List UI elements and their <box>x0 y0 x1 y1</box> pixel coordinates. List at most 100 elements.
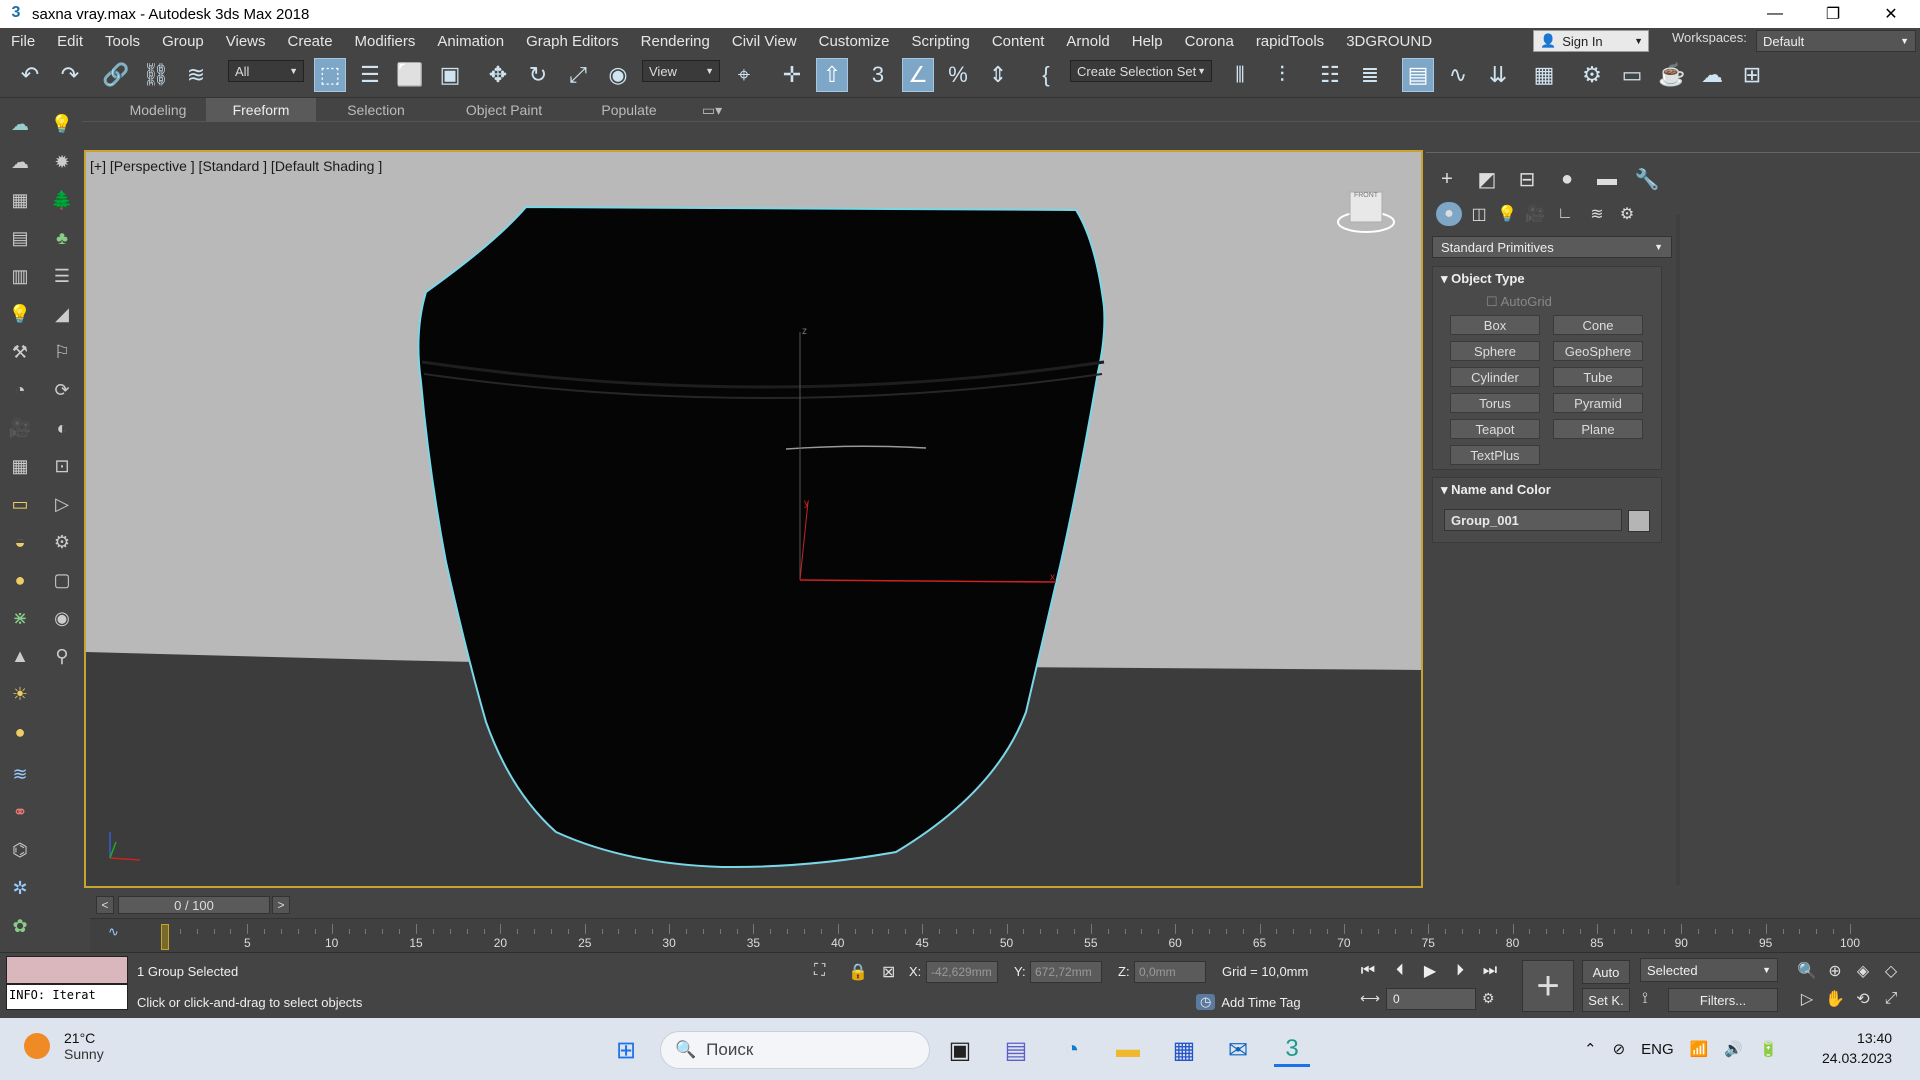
snaps-toggle-icon[interactable]: 3 <box>862 58 894 92</box>
menu-group[interactable]: Group <box>151 33 215 50</box>
grass-icon[interactable]: ⋇ <box>6 604 34 632</box>
helpers-category-icon[interactable]: ∟ <box>1552 202 1578 226</box>
volume-icon[interactable]: 🔊 <box>1724 1040 1743 1058</box>
move-icon[interactable]: ✥ <box>482 58 514 92</box>
grid-icon[interactable]: ▦ <box>6 452 34 480</box>
z-coordinate-field[interactable]: 0,0mm <box>1134 961 1206 983</box>
frame-icon[interactable]: ⊡ <box>48 452 76 480</box>
named-selection-set-dropdown[interactable]: Create Selection Set <box>1070 60 1212 82</box>
image-icon[interactable]: ▭ <box>6 490 34 518</box>
rotate-tool-icon[interactable]: ⟳ <box>48 376 76 404</box>
field-of-view-icon[interactable]: ▷ <box>1796 988 1818 1010</box>
plants-icon[interactable]: ♣ <box>48 224 76 252</box>
zoom-all-icon[interactable]: ⊕ <box>1824 960 1846 982</box>
teapot-button[interactable]: Teapot <box>1450 419 1540 439</box>
menu-graph-editors[interactable]: Graph Editors <box>515 33 630 50</box>
orbit-icon[interactable]: ⟲ <box>1852 988 1874 1010</box>
lights-category-icon[interactable]: 💡 <box>1494 202 1520 226</box>
percent-snap-icon[interactable]: % <box>942 58 974 92</box>
chevron-up-icon[interactable]: ⌃ <box>1584 1040 1597 1058</box>
undo-icon[interactable]: ↶ <box>14 58 46 92</box>
toggle-scene-explorer-icon[interactable]: ☷ <box>1314 58 1346 92</box>
weather-widget[interactable]: 21°C Sunny <box>24 1030 104 1062</box>
mirror-icon[interactable]: ⫴ <box>1224 58 1256 92</box>
torus-button[interactable]: Torus <box>1450 393 1540 413</box>
rendered-frame-window-icon[interactable]: ▭ <box>1616 58 1648 92</box>
sphere-button[interactable]: Sphere <box>1450 341 1540 361</box>
settings-icon[interactable]: ✲ <box>6 874 34 902</box>
box-frame-icon[interactable]: ▢ <box>48 566 76 594</box>
bulb-icon[interactable]: 💡 <box>6 300 34 328</box>
edge-browser-icon[interactable]: ◔ <box>1054 1033 1090 1067</box>
perspective-viewport[interactable]: z y x <box>84 150 1423 888</box>
current-frame-marker[interactable] <box>161 924 169 950</box>
tab-modeling[interactable]: Modeling <box>96 98 220 122</box>
eye-icon[interactable]: ◉ <box>48 604 76 632</box>
systems-category-icon[interactable]: ⚙ <box>1614 202 1640 226</box>
menu-rendering[interactable]: Rendering <box>630 33 721 50</box>
utilities-tab-icon[interactable]: 🔧 <box>1632 166 1662 192</box>
close-button[interactable]: ✕ <box>1862 0 1920 28</box>
menu-help[interactable]: Help <box>1121 33 1174 50</box>
material-editor-icon[interactable]: ▦ <box>1528 58 1560 92</box>
plane-button[interactable]: Plane <box>1553 419 1643 439</box>
space-warps-category-icon[interactable]: ≋ <box>1584 202 1610 226</box>
teams-chat-icon[interactable]: ▤ <box>998 1033 1034 1067</box>
battery-icon[interactable]: 🔋 <box>1759 1040 1778 1058</box>
bind-space-warp-icon[interactable]: ≋ <box>180 58 212 92</box>
sphere-icon[interactable]: ● <box>6 566 34 594</box>
selection-filter-dropdown[interactable]: All <box>228 60 304 82</box>
geosphere-button[interactable]: GeoSphere <box>1553 341 1643 361</box>
key-filter-dropdown[interactable]: Selected ▼ <box>1640 958 1778 982</box>
object-color-swatch[interactable] <box>1628 510 1650 532</box>
autogrid-checkbox[interactable]: ☐ AutoGrid <box>1486 294 1552 310</box>
network-off-icon[interactable]: ⊘ <box>1613 1040 1626 1058</box>
list-icon[interactable]: ☰ <box>48 262 76 290</box>
command-panel-scrollbar[interactable] <box>1676 215 1680 885</box>
task-view-icon[interactable]: ▣ <box>942 1033 978 1067</box>
go-to-start-icon[interactable]: ⏮ <box>1356 959 1380 983</box>
auto-key-button[interactable]: Auto <box>1582 960 1630 984</box>
cone-icon[interactable]: ▲ <box>6 642 34 670</box>
link-icon[interactable]: 🔗 <box>100 58 132 92</box>
minimize-button[interactable]: — <box>1746 0 1804 28</box>
input-language[interactable]: ENG <box>1641 1041 1674 1058</box>
maxscript-output[interactable]: INFO: Iterat <box>6 984 128 1010</box>
start-menu-icon[interactable]: ⊞ <box>608 1033 644 1067</box>
select-object-icon[interactable]: ⬚ <box>314 58 346 92</box>
time-slider-track[interactable] <box>96 896 1430 916</box>
keyboard-shortcut-override-icon[interactable]: ⇧ <box>816 58 848 92</box>
table-icon[interactable]: ▥ <box>6 262 34 290</box>
menu-file[interactable]: File <box>0 33 46 50</box>
camera-icon[interactable]: 🎥 <box>6 414 34 442</box>
redo-icon[interactable]: ↷ <box>54 58 86 92</box>
teapot-icon[interactable]: ◔ <box>6 376 34 404</box>
cone-button[interactable]: Cone <box>1553 315 1643 335</box>
render-setup-icon[interactable]: ⚙ <box>1576 58 1608 92</box>
object-name-field[interactable]: Group_001 <box>1444 509 1622 531</box>
manipulate-icon[interactable]: ✛ <box>776 58 808 92</box>
mail-icon[interactable]: ✉ <box>1220 1033 1256 1067</box>
go-to-end-icon[interactable]: ⏭ <box>1478 959 1502 983</box>
prev-frame-button[interactable]: < <box>96 896 114 914</box>
maximize-viewport-icon[interactable]: ⤢ <box>1880 988 1902 1010</box>
modify-tab-icon[interactable]: ◩ <box>1472 166 1502 192</box>
sunlight-icon[interactable]: ☀ <box>6 680 34 708</box>
time-slider-thumb[interactable]: 0 / 100 <box>118 896 270 914</box>
maxscript-input[interactable] <box>6 956 128 984</box>
shapes-category-icon[interactable]: ◫ <box>1466 202 1492 226</box>
time-configuration-icon[interactable]: ⚙ <box>1482 990 1495 1007</box>
menu-arnold[interactable]: Arnold <box>1055 33 1120 50</box>
file-explorer-icon[interactable]: ▬ <box>1110 1033 1146 1067</box>
menu-civil-view[interactable]: Civil View <box>721 33 808 50</box>
play-panel-icon[interactable]: ▷ <box>48 490 76 518</box>
sun-icon[interactable]: ✹ <box>48 148 76 176</box>
zoom-extents-icon[interactable]: ◈ <box>1852 960 1874 982</box>
select-by-name-icon[interactable]: ☰ <box>354 58 386 92</box>
toggle-ribbon-icon[interactable]: ▤ <box>1402 58 1434 92</box>
zoom-icon[interactable]: 🔍 <box>1796 960 1818 982</box>
hair-icon[interactable]: ≋ <box>6 760 34 788</box>
angle-snap-icon[interactable]: ∠ <box>902 58 934 92</box>
textplus-button[interactable]: TextPlus <box>1450 445 1540 465</box>
zoom-extents-all-icon[interactable]: ◇ <box>1880 960 1902 982</box>
